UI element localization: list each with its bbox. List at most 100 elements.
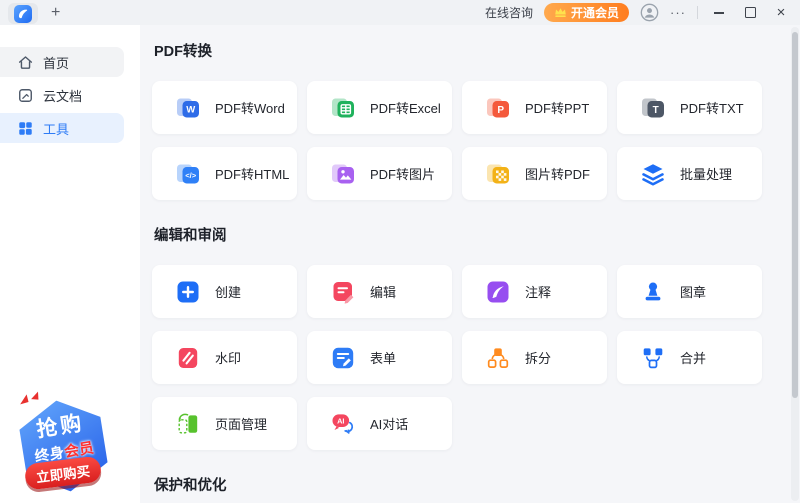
sidebar-item-label: 首页 [43,55,70,71]
scrollbar[interactable] [791,27,799,501]
tool-card-form[interactable]: 表单 [307,331,452,384]
upgrade-membership-button[interactable]: 开通会员 [543,3,629,22]
tool-card-label: 注释 [525,285,552,300]
stamp-icon [640,279,666,305]
sidebar-item-cloud-docs[interactable]: 云文档 [0,80,124,110]
tool-card-label: PDF转TXT [680,101,744,116]
section-title: 保护和优化 [154,478,227,494]
tool-card-label: 拆分 [525,351,552,366]
sidebar-item-label: 工具 [43,121,70,137]
close-button[interactable]: × [771,3,791,23]
tool-card-watermark[interactable]: 水印 [152,331,297,384]
tool-card-label: 创建 [215,285,242,300]
create-icon [175,279,201,305]
html-icon: </> [175,161,201,187]
avatar[interactable] [640,3,659,22]
tool-card-pdf-to-image[interactable]: PDF转图片 [307,147,452,200]
sidebar-item-home[interactable]: 首页 [0,47,124,77]
tool-card-label: PDF转图片 [370,167,436,182]
crown-icon [554,7,567,18]
section-1: PDF转换 W PDF转Word PDF转Excel P PDF转PPT T PDF转TXT <… [152,40,788,200]
tool-card-label: 表单 [370,351,397,366]
tool-card-page-manage[interactable]: 页面管理 [152,397,297,450]
ai-chat-icon: AI [330,411,356,437]
new-tab-button[interactable]: + [51,4,60,21]
image-to-pdf-icon [485,161,511,187]
more-menu-button[interactable]: ··· [670,5,686,20]
tools-grid-icon [17,120,34,137]
tool-card-html[interactable]: </> PDF转HTML [152,147,297,200]
tool-card-label: PDF转Word [215,101,285,116]
edit-icon [330,279,356,305]
cloud-doc-icon [17,87,34,104]
batch-icon [640,161,666,187]
tool-card-ppt[interactable]: P PDF转PPT [462,81,607,134]
promo-headline: 抢购 [34,411,86,442]
tools-page: PDF转换 W PDF转Word PDF转Excel P PDF转PPT T PDF转TXT <… [140,25,800,503]
tool-card-label: 水印 [215,351,242,366]
section-title: 编辑和审阅 [154,228,227,244]
pdf-to-image-icon [330,161,356,187]
app-tab[interactable] [8,3,38,24]
scrollbar-thumb[interactable] [792,32,798,398]
tool-card-create[interactable]: 创建 [152,265,297,318]
tool-card-label: PDF转Excel [370,101,441,116]
section-3: 保护和优化 [152,474,788,503]
titlebar-divider [697,6,698,19]
section-title: PDF转换 [154,44,212,60]
tool-card-stamp[interactable]: 图章 [617,265,762,318]
sparks-icon [20,391,39,405]
word-icon: W [175,95,201,121]
minimize-button[interactable] [709,3,729,23]
split-icon [485,345,511,371]
excel-icon [330,95,356,121]
tool-card-label: 编辑 [370,285,397,300]
tool-card-image-to-pdf[interactable]: 图片转PDF [462,147,607,200]
tool-card-label: PDF转HTML [215,167,290,182]
maximize-button[interactable] [740,3,760,23]
tool-card-annotate[interactable]: 注释 [462,265,607,318]
tools-grid: W PDF转Word PDF转Excel P PDF转PPT T PDF转TXT </> PDF… [152,81,788,200]
titlebar: + 在线咨询 开通会员 ··· × [0,0,800,25]
promo-badge[interactable]: 抢购 终身会员 立即购买 [8,391,118,499]
tools-grid: 创建 编辑 注释 图章水印 表单 拆分 合并页面管理 AI AI对话 [152,265,788,450]
tool-card-label: 合并 [680,351,707,366]
tool-card-merge[interactable]: 合并 [617,331,762,384]
home-icon [17,54,34,71]
svg-text:W: W [186,104,195,115]
tool-card-word[interactable]: W PDF转Word [152,81,297,134]
ppt-icon: P [485,95,511,121]
upgrade-label: 开通会员 [570,6,619,20]
tool-card-batch[interactable]: 批量处理 [617,147,762,200]
svg-text:</>: </> [185,170,197,179]
window-body: 首页云文档工具 抢购 终身会员 立即购买 PDF转换 W PDF转Word PDF转E… [0,25,800,503]
section-2: 编辑和审阅创建 编辑 注释 图章水印 表单 拆分 合并页面管理 AI AI对话 [152,224,788,450]
tool-card-excel[interactable]: PDF转Excel [307,81,452,134]
sidebar-nav: 首页 云文档 工具 [0,47,140,143]
titlebar-right-cluster: 在线咨询 开通会员 ··· × [485,0,800,25]
online-support-link[interactable]: 在线咨询 [485,4,533,21]
merge-icon [640,345,666,371]
svg-text:AI: AI [337,416,344,425]
sidebar: 首页云文档工具 抢购 终身会员 立即购买 [0,25,140,503]
tool-card-label: PDF转PPT [525,101,590,116]
watermark-icon [175,345,201,371]
tool-card-label: AI对话 [370,417,409,432]
tool-card-split[interactable]: 拆分 [462,331,607,384]
app-window: + 在线咨询 开通会员 ··· × 首页 云文档 工具 抢购 终身会员 立即购买… [0,0,800,503]
tool-card-label: 图章 [680,285,707,300]
tool-card-label: 图片转PDF [525,167,591,182]
tool-card-txt[interactable]: T PDF转TXT [617,81,762,134]
annotate-icon [485,279,511,305]
sidebar-item-label: 云文档 [43,88,83,104]
svg-text:T: T [653,104,659,115]
sidebar-item-tools[interactable]: 工具 [0,113,124,143]
txt-icon: T [640,95,666,121]
sections-container: PDF转换 W PDF转Word PDF转Excel P PDF转PPT T PDF转TXT <… [152,40,788,503]
tool-card-ai-chat[interactable]: AI AI对话 [307,397,452,450]
form-icon [330,345,356,371]
tool-card-edit[interactable]: 编辑 [307,265,452,318]
page-manage-icon [175,411,201,437]
tool-card-label: 页面管理 [215,417,268,432]
tool-card-label: 批量处理 [680,167,733,182]
